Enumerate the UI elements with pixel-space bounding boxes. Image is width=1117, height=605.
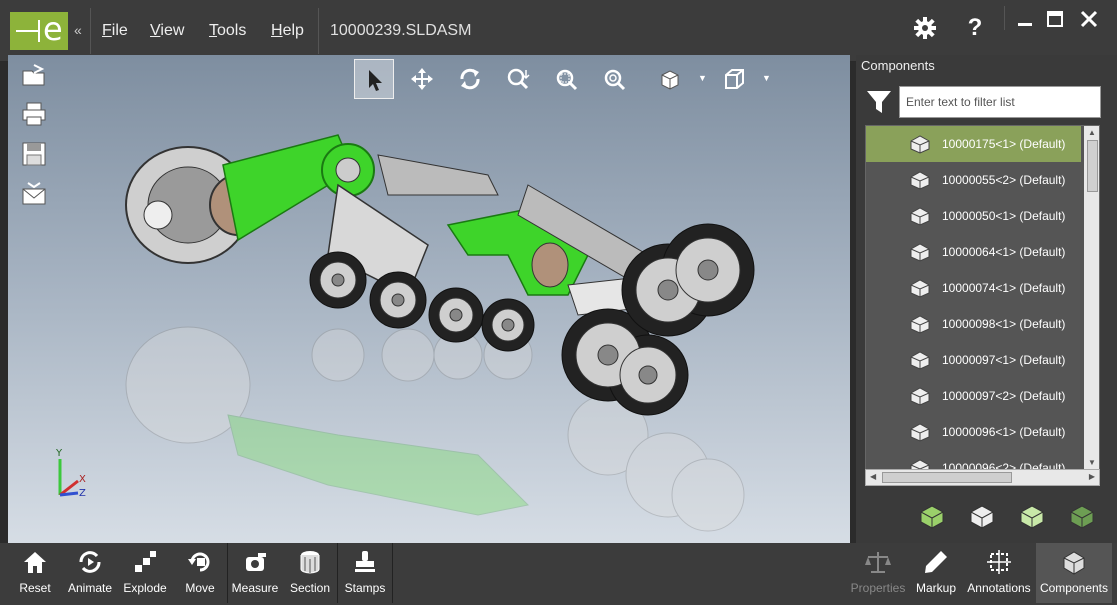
close-icon[interactable] xyxy=(1074,10,1104,34)
menu-tools[interactable]: Tools xyxy=(209,22,246,40)
tab-properties[interactable]: Properties xyxy=(848,543,908,603)
part-cube-icon xyxy=(910,315,930,334)
part-cube-icon xyxy=(910,279,930,298)
reset-button[interactable]: Reset xyxy=(10,543,60,603)
part-cube-icon xyxy=(910,243,930,262)
list-item[interactable]: 10000175<1> (Default) xyxy=(866,126,1081,162)
component-list[interactable]: 10000175<1> (Default) 10000055<2> (Defau… xyxy=(865,125,1100,470)
pencil-icon xyxy=(925,551,947,573)
measure-button[interactable]: Measure xyxy=(230,543,280,603)
move-button[interactable]: Move xyxy=(176,543,224,603)
home-icon xyxy=(24,552,46,573)
part-cube-icon xyxy=(910,171,930,190)
scroll-up-arrow-icon[interactable]: ▲ xyxy=(1088,128,1096,137)
list-item[interactable]: 10000096<1> (Default) xyxy=(866,414,1081,450)
show-all-icon[interactable] xyxy=(918,503,946,529)
scroll-left-arrow-icon[interactable]: ◀ xyxy=(870,472,876,481)
list-item[interactable]: 10000097<1> (Default) xyxy=(866,342,1081,378)
assembly-model[interactable] xyxy=(8,55,850,543)
part-cube-icon xyxy=(910,423,930,442)
part-cube-icon xyxy=(910,135,930,154)
stamp-icon xyxy=(355,551,375,572)
scroll-thumb[interactable] xyxy=(1087,140,1098,192)
divider xyxy=(227,543,228,603)
menu-file[interactable]: File xyxy=(102,22,128,40)
help-question-icon[interactable]: ? xyxy=(960,14,990,42)
filter-input[interactable] xyxy=(899,86,1101,118)
menu-help[interactable]: Help xyxy=(271,22,304,40)
divider xyxy=(90,8,91,54)
divider xyxy=(392,543,393,603)
scroll-thumb[interactable] xyxy=(882,472,1012,483)
measure-tape-icon xyxy=(246,553,266,571)
filter-funnel-icon[interactable] xyxy=(866,89,892,120)
isolate-icon[interactable] xyxy=(1018,503,1046,529)
stamps-button[interactable]: Stamps xyxy=(340,543,390,603)
hide-icon[interactable] xyxy=(968,503,996,529)
tab-components[interactable]: Components xyxy=(1036,543,1112,603)
animate-button[interactable]: Animate xyxy=(62,543,118,603)
components-panel: Components 10000175<1> (Default) 1000005… xyxy=(856,55,1117,543)
axis-z-label: Z xyxy=(79,488,86,499)
tab-annotations[interactable]: Annotations xyxy=(964,543,1034,603)
scales-icon xyxy=(865,552,891,573)
annotation-icon xyxy=(987,550,1011,574)
document-filename: 10000239.SLDASM xyxy=(330,22,472,39)
explode-icon xyxy=(135,551,156,572)
bottom-toolbar: Reset Animate Explode Move Measure Secti… xyxy=(0,543,1117,605)
maximize-icon[interactable] xyxy=(1040,10,1070,34)
title-bar: e « File View Tools Help 10000239.SLDASM… xyxy=(0,0,1117,62)
animate-icon xyxy=(79,551,101,573)
scroll-right-arrow-icon[interactable]: ▶ xyxy=(1089,472,1095,481)
list-vertical-scrollbar[interactable]: ▲ ▼ xyxy=(1084,126,1099,469)
divider xyxy=(337,543,338,603)
edrawings-logo: e xyxy=(10,10,68,50)
part-cube-icon xyxy=(910,387,930,406)
collapse-menu-button[interactable]: « xyxy=(74,22,82,38)
list-item[interactable]: 10000098<1> (Default) xyxy=(866,306,1081,342)
3d-viewport[interactable]: ▼ ▼ Y X Z xyxy=(8,55,850,543)
section-button[interactable]: Section xyxy=(285,543,335,603)
transparent-icon[interactable] xyxy=(1068,503,1096,529)
list-item[interactable]: 10000064<1> (Default) xyxy=(866,234,1081,270)
axis-x-label: X xyxy=(79,474,86,485)
components-cube-icon xyxy=(1063,551,1085,575)
minimize-icon[interactable] xyxy=(1010,10,1040,34)
scroll-down-arrow-icon[interactable]: ▼ xyxy=(1088,458,1096,467)
list-item[interactable]: 10000055<2> (Default) xyxy=(866,162,1081,198)
list-item[interactable]: 10000097<2> (Default) xyxy=(866,378,1081,414)
menu-view[interactable]: View xyxy=(150,22,184,40)
list-item[interactable]: 10000096<2> (Default) xyxy=(866,450,1081,469)
move-icon xyxy=(188,552,210,572)
panel-title: Components xyxy=(861,58,935,73)
list-horizontal-scrollbar[interactable]: ◀ ▶ xyxy=(865,469,1100,486)
divider xyxy=(318,8,319,54)
axis-triad: Y X Z xyxy=(55,448,86,499)
list-item[interactable]: 10000050<1> (Default) xyxy=(866,198,1081,234)
part-cube-icon xyxy=(910,351,930,370)
explode-button[interactable]: Explode xyxy=(120,543,170,603)
tab-markup[interactable]: Markup xyxy=(910,543,962,603)
divider xyxy=(1004,6,1005,30)
settings-gear-icon[interactable] xyxy=(910,16,940,46)
axis-y-label: Y xyxy=(55,448,63,459)
section-icon xyxy=(300,551,320,574)
list-item[interactable]: 10000074<1> (Default) xyxy=(866,270,1081,306)
part-cube-icon xyxy=(910,207,930,226)
